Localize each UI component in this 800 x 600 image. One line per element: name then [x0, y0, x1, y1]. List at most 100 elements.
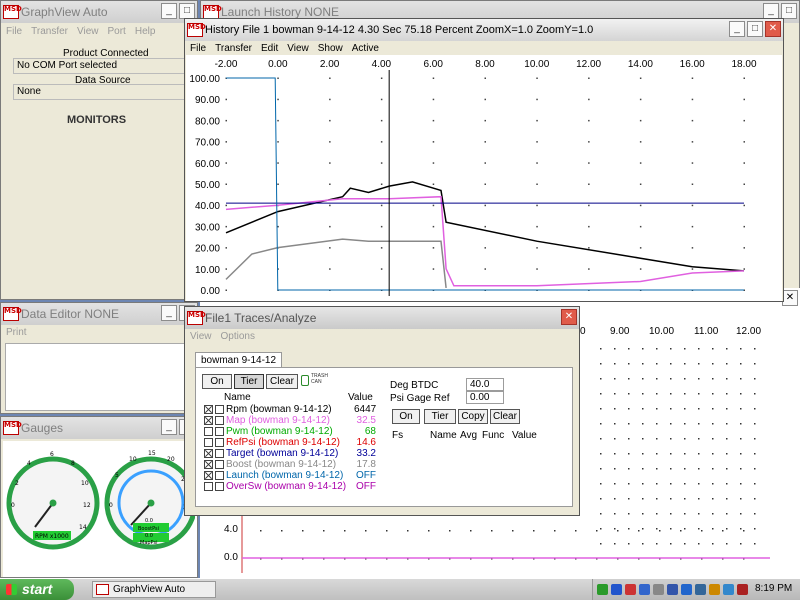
start-button[interactable]: start — [0, 579, 74, 600]
grid-dot — [380, 225, 383, 228]
trace-row[interactable]: RefPsi (bowman 9-14-12) 14.6 — [204, 437, 376, 448]
trace-select-checkbox[interactable] — [215, 404, 224, 414]
trace-row[interactable]: Pwm (bowman 9-14-12) 68 — [204, 426, 376, 437]
deg-btdc-input[interactable]: 40.0 — [466, 378, 504, 391]
taskbar-app-graphview[interactable]: GraphView Auto — [92, 581, 216, 598]
tray-icon[interactable] — [611, 584, 622, 595]
grid-dot — [642, 423, 644, 425]
tray-icon[interactable] — [695, 584, 706, 595]
traces-titlebar[interactable]: MSD File1 Traces/Analyze ✕ — [185, 307, 579, 329]
menu-port[interactable]: Port — [108, 23, 126, 40]
close-button[interactable]: ✕ — [561, 309, 577, 325]
menu-print[interactable]: Print — [6, 325, 27, 340]
tray-icon[interactable] — [639, 584, 650, 595]
trace-visible-checkbox[interactable] — [204, 470, 213, 480]
trace-visible-checkbox[interactable] — [204, 415, 213, 425]
grid-dot — [691, 183, 694, 185]
graphview-titlebar[interactable]: MSD GraphView Auto _ □ — [1, 1, 197, 23]
history-titlebar[interactable]: MSD History File 1 bowman 9-14-12 4.30 S… — [185, 19, 783, 41]
rpm-tick-14: 14 — [79, 524, 87, 531]
y-tick-label: 40.00 — [195, 201, 220, 212]
menu-file[interactable]: File — [6, 23, 22, 40]
tray-icon[interactable] — [681, 584, 692, 595]
minimize-button[interactable]: _ — [161, 305, 177, 321]
history-window: MSD History File 1 bowman 9-14-12 4.30 S… — [184, 18, 784, 302]
maximize-button[interactable]: □ — [781, 3, 797, 19]
menu-help[interactable]: Help — [135, 23, 156, 40]
grid-dot — [329, 247, 331, 249]
menu-transfer[interactable]: Transfer — [31, 23, 68, 40]
grid-dot — [484, 98, 486, 101]
trace-row[interactable]: OverSw (bowman 9-14-12) OFF — [204, 481, 376, 492]
history-plot-area[interactable]: -2.00 0.00 2.00 4.00 6.00 8.00 10.00 12.00 14.00… — [186, 55, 782, 301]
on-button-2[interactable]: On — [392, 409, 420, 424]
tray-icon[interactable] — [625, 584, 636, 595]
msd-logo-icon: MSD — [3, 421, 22, 435]
on-button[interactable]: On — [202, 374, 232, 389]
clear-button-2[interactable]: Clear — [490, 409, 520, 424]
trace-row[interactable]: Launch (bowman 9-14-12) OFF — [204, 470, 376, 481]
history-chart[interactable]: -2.00 0.00 2.00 4.00 6.00 8.00 10.00 12.00 14.00… — [186, 55, 782, 301]
menu-view[interactable]: View — [77, 23, 99, 40]
maximize-button[interactable]: □ — [747, 21, 763, 37]
trace-visible-checkbox[interactable] — [204, 459, 213, 469]
copy-button[interactable]: Copy — [458, 409, 488, 424]
menu-view[interactable]: View — [190, 329, 212, 344]
tier-button-2[interactable]: Tier — [424, 409, 456, 424]
maximize-button[interactable]: □ — [179, 3, 195, 19]
grid-dot — [684, 393, 686, 395]
trace-select-checkbox[interactable] — [215, 470, 224, 480]
tray-icon[interactable] — [667, 584, 678, 595]
grid-dot — [484, 141, 486, 143]
minimize-button[interactable]: _ — [161, 3, 177, 19]
trace-visible-checkbox[interactable] — [204, 481, 213, 491]
grid-dot — [691, 247, 694, 249]
grid-dot — [740, 438, 742, 440]
tray-icon[interactable] — [737, 584, 748, 595]
close-button[interactable]: ✕ — [765, 21, 781, 37]
y-tick-label: 70.00 — [195, 138, 220, 149]
x-tick-label: 6.00 — [423, 59, 443, 70]
grid-dot — [642, 483, 644, 485]
trash-can-icon[interactable]: TRASH CAN — [301, 373, 329, 389]
grid-dot — [691, 162, 694, 164]
tab-bowman[interactable]: bowman 9-14-12 — [195, 352, 283, 368]
trace-value: 17.8 — [356, 459, 376, 470]
menu-options[interactable]: Options — [221, 329, 255, 344]
psi-gage-ref-input[interactable]: 0.00 — [466, 391, 504, 404]
tray-icon[interactable] — [709, 584, 720, 595]
gauges-titlebar[interactable]: MSD Gauges _□ — [1, 417, 197, 439]
data-editor-titlebar[interactable]: MSD Data Editor NONE _□ — [1, 303, 197, 325]
trace-row[interactable]: Target (bowman 9-14-12) 33.2 — [204, 448, 376, 459]
tray-icon[interactable] — [723, 584, 734, 595]
psi-gage-ref-label: Psi Gage Ref — [390, 393, 450, 404]
grid-dot — [698, 468, 700, 470]
trace-select-checkbox[interactable] — [215, 459, 224, 469]
grid-dot — [680, 530, 682, 532]
grid-dot — [614, 468, 616, 470]
trace-select-checkbox[interactable] — [215, 481, 224, 491]
trace-visible-checkbox[interactable] — [204, 448, 213, 458]
minimize-button[interactable]: _ — [161, 419, 177, 435]
grid-dot — [743, 247, 745, 249]
minimize-button[interactable]: _ — [729, 21, 745, 37]
tray-icon[interactable] — [597, 584, 608, 595]
trace-visible-checkbox[interactable] — [204, 437, 213, 447]
trace-row[interactable]: Boost (bowman 9-14-12) 17.8 — [204, 459, 376, 470]
minimize-button[interactable]: _ — [763, 3, 779, 19]
grid-dot — [329, 77, 331, 79]
trace-visible-checkbox[interactable] — [204, 426, 213, 436]
x-tick-label: 18.00 — [731, 59, 756, 70]
grid-dot — [628, 438, 630, 440]
tray-icon[interactable] — [653, 584, 664, 595]
clear-button[interactable]: Clear — [266, 374, 298, 389]
trace-select-checkbox[interactable] — [215, 437, 224, 447]
trace-row[interactable]: Rpm (bowman 9-14-12) 6447 — [204, 404, 376, 415]
trace-visible-checkbox[interactable] — [204, 404, 213, 414]
trace-row[interactable]: Map (bowman 9-14-12) 32.5 — [204, 415, 376, 426]
trace-select-checkbox[interactable] — [215, 448, 224, 458]
tier-button[interactable]: Tier — [234, 374, 264, 389]
trace-select-checkbox[interactable] — [215, 426, 224, 436]
grid-dot — [380, 77, 383, 79]
trace-select-checkbox[interactable] — [215, 415, 224, 425]
